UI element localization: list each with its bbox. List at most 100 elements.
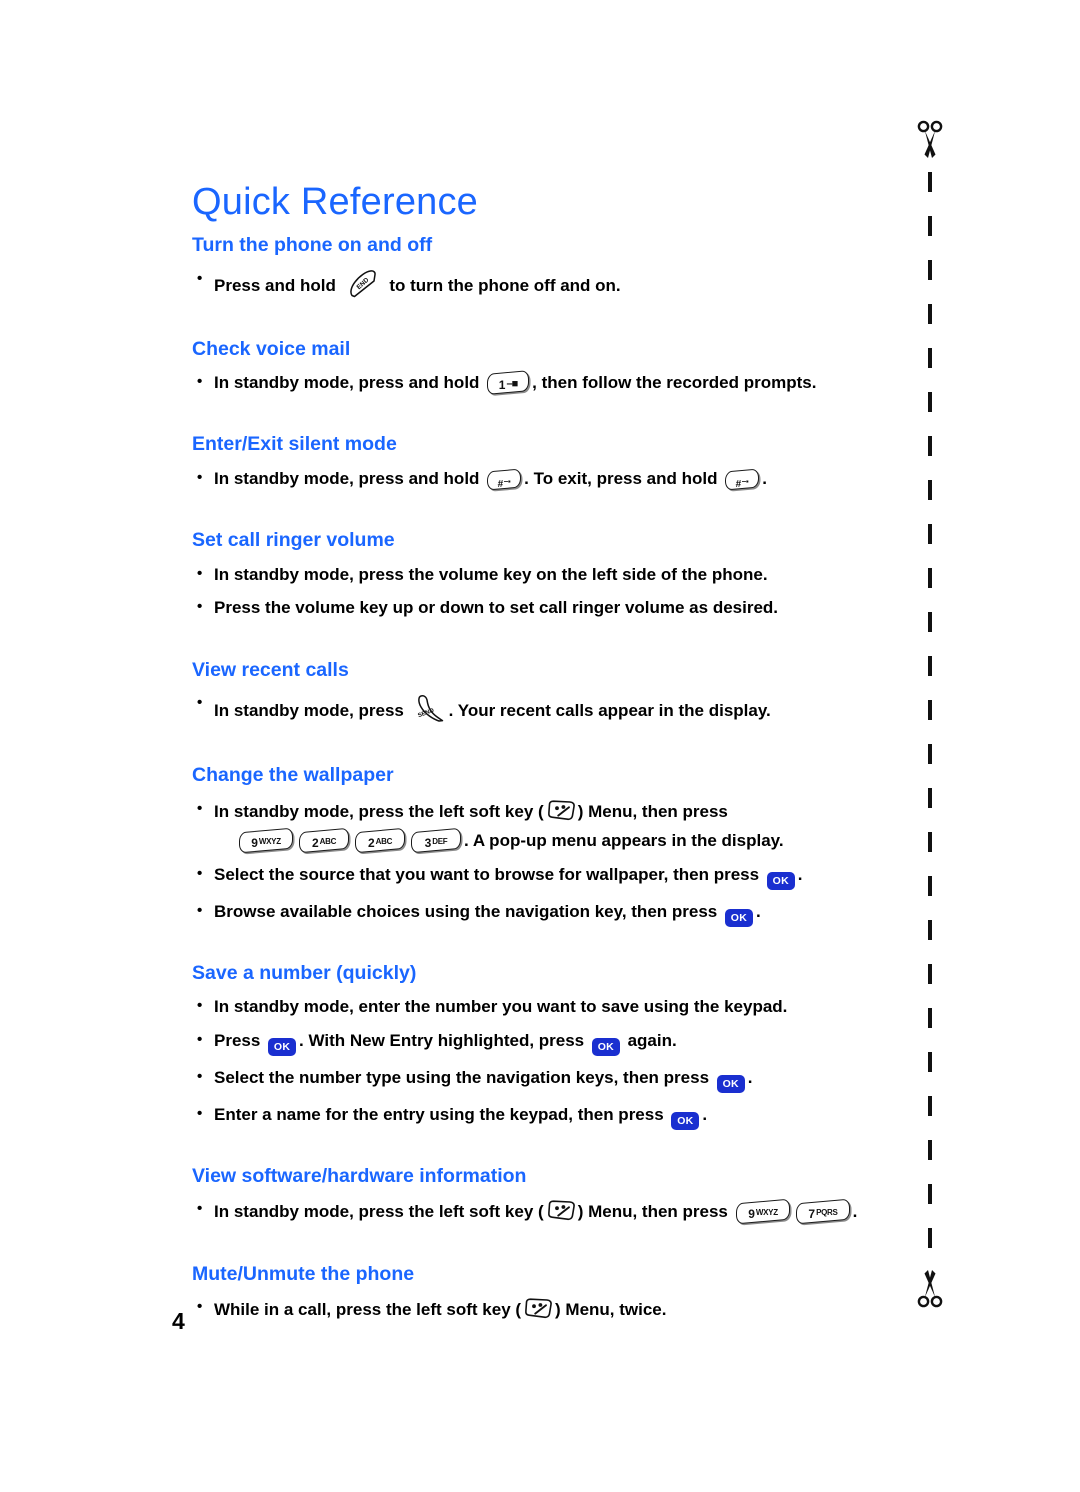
ok-key-icon: OK [724,908,753,927]
section-view-software-hardware-information: View software/hardware information In sta… [192,1164,892,1225]
section-heading: Enter/Exit silent mode [192,433,397,456]
keypad-key-letters: PQRS [815,1208,838,1218]
page-title: Quick Reference [192,181,479,224]
keypad-key-icon-1: 1–■ [487,370,530,395]
section-heading: View software/hardware information [192,1164,527,1187]
cut-line-dashes [928,172,932,1258]
keypad-key-number: 9 [747,1207,755,1222]
keypad-key-number: 9 [251,836,258,851]
section-heading: Set call ringer volume [192,529,395,552]
instruction-text: In standby mode, press the volume key on… [214,564,768,584]
instruction-bullet: In standby mode, press the volume key on… [192,564,892,586]
keypad-key-letters: WXYZ [258,837,281,847]
instruction-bullet: Select the number type using the navigat… [192,1067,892,1093]
instruction-text: , then follow the recorded prompts. [532,373,817,392]
scissors-icon-bottom [910,1266,950,1310]
section-heading: View recent calls [192,658,349,681]
instruction-text: In standby mode, press and hold [214,468,485,488]
instruction-text: Press [214,1030,266,1050]
instruction-text: In standby mode, enter the number you wa… [214,997,788,1017]
section-view-recent-calls: View recent calls In standby mode, press … [192,658,892,726]
keypad-key-letters: DEF [432,837,448,847]
scissors-icon-top [910,120,950,164]
instruction-text: . [762,468,767,488]
keypad-key-number: 2 [367,836,375,851]
instruction-text: . [747,1067,753,1087]
left-soft-key-icon [545,1199,577,1223]
instruction-text: ) Menu, twice. [555,1300,667,1319]
instruction-text: In standby mode, press the left soft key… [214,801,544,821]
instruction-text: . With New Entry highlighted, press [299,1030,589,1050]
instruction-text: . A pop-up menu appears in the display. [464,831,784,851]
section-enter-exit-silent-mode: Enter/Exit silent mode In standby mode, p… [192,433,892,491]
instruction-bullet: In standby mode, press and hold 1–■, the… [192,370,892,395]
section-turn-phone-on-off: Turn the phone on and off Press and hold … [192,234,892,299]
instruction-bullet: In standby mode, press the left soft key… [192,1198,892,1225]
keypad-key-number: 3 [424,836,432,851]
section-heading: Save a number (quickly) [192,961,417,984]
keypad-key-icon-9: 9WXYZ [735,1198,790,1225]
document-page: Quick Reference Turn the phone on and of… [0,0,1080,1492]
keypad-key-letters: ABC [375,837,393,847]
instruction-text: . [755,901,761,921]
section-heading: Turn the phone on and off [192,234,433,256]
left-soft-key-icon [545,799,577,823]
cut-line [910,120,950,1310]
page-number: 4 [172,1308,185,1334]
keypad-key-number: 1 [498,378,506,392]
instruction-text: In standby mode, press [214,701,409,721]
keypad-key-icon-2: 2ABC [299,828,349,854]
instruction-text: ) Menu, then press [577,801,728,821]
instruction-text: to turn the phone off and on. [384,275,621,295]
instruction-text: again. [622,1030,677,1050]
ok-key-icon: OK [671,1111,700,1130]
section-save-a-number-quickly: Save a number (quickly) In standby mode, … [192,961,892,1130]
instruction-text: Enter a name for the entry using the key… [214,1104,669,1124]
left-soft-key-icon [522,1297,554,1321]
keypad-key-number: # [497,478,503,490]
instruction-text: Press the volume key up or down to set c… [214,598,779,618]
quick-reference-content: Turn the phone on and off Press and hold … [192,234,892,1362]
instruction-bullet: While in a call, press the left soft key… [192,1297,892,1321]
instruction-text: Browse available choices using the navig… [214,901,722,921]
instruction-bullet: In standby mode, press SEND. Your recent… [192,693,892,725]
instruction-bullet: Press OK. With New Entry highlighted, pr… [192,1030,892,1056]
keypad-key-number: 7 [808,1207,815,1222]
keypad-key-icon-3: 3DEF [411,828,461,854]
keypad-key-icon-9: 9WXYZ [239,827,293,854]
instruction-bullet: In standby mode, enter the number you wa… [192,996,892,1018]
keypad-key-number: 2 [311,836,319,851]
instruction-bullet: Browse available choices using the navig… [192,901,892,927]
keypad-key-number: # [735,478,741,490]
instruction-text: Select the source that you want to brows… [214,864,764,884]
keypad-key-icon-2: 2ABC [355,828,405,854]
instruction-text: . Your recent calls appear in the displa… [448,701,771,721]
instruction-text: . [702,1104,708,1124]
keypad-key-icon-hash: #–▪ [487,468,522,491]
keypad-key-letters: –■ [506,378,518,390]
instruction-bullet: Press the volume key up or down to set c… [192,597,892,619]
section-change-the-wallpaper: Change the wallpaper In standby mode, pre… [192,766,892,927]
keypad-key-letters: ABC [319,837,337,847]
keypad-key-letters: –▪ [741,476,749,486]
instruction-bullet: In standby mode, press the left soft key… [192,799,892,823]
section-set-call-ringer-volume: Set call ringer volume In standby mode, p… [192,531,892,619]
section-heading: Mute/Unmute the phone [192,1262,415,1285]
instruction-text: Press and hold [214,275,341,295]
instruction-text: . To exit, press and hold [524,468,723,488]
section-heading: Check voice mail [192,337,351,360]
keypad-key-icon-7: 7PQRS [795,1198,850,1225]
ok-key-icon: OK [716,1074,745,1093]
ok-key-icon: OK [268,1037,297,1056]
section-mute-unmute-the-phone: Mute/Unmute the phone While in a call, pr… [192,1262,892,1322]
section-check-voice-mail: Check voice mail In standby mode, press a… [192,337,892,395]
instruction-text: While in a call, press the left soft key… [214,1300,522,1319]
